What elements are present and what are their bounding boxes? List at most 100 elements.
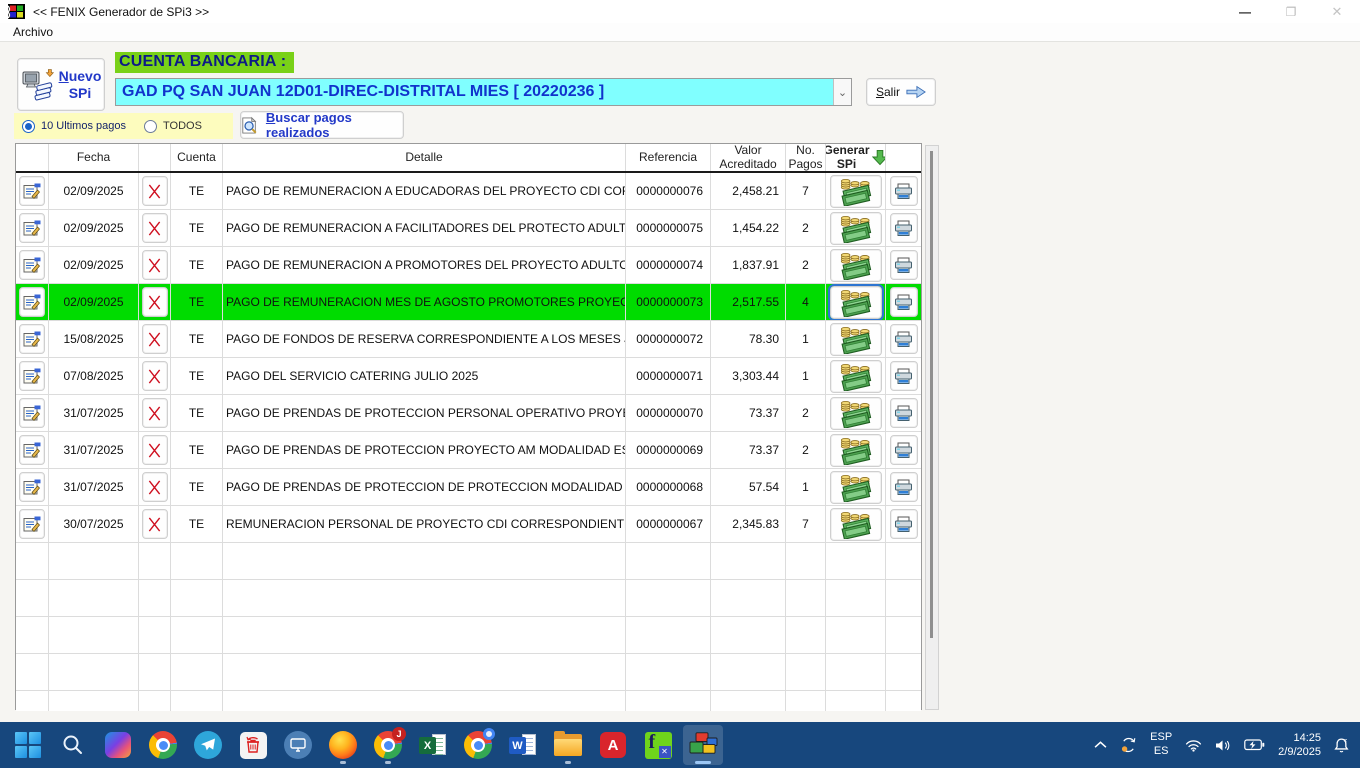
- generar-spi-button[interactable]: [830, 175, 882, 208]
- delete-row-button[interactable]: [142, 287, 168, 317]
- delete-row-button[interactable]: [142, 176, 168, 206]
- generar-spi-button[interactable]: [830, 212, 882, 245]
- taskbar-cleaner-tool[interactable]: [233, 725, 273, 765]
- printer-icon: [894, 331, 913, 348]
- table-row[interactable]: 02/09/2025 TE PAGO DE REMUNERACION A FAC…: [16, 210, 921, 247]
- tray-chevron-up-icon[interactable]: [1094, 741, 1107, 749]
- print-row-button[interactable]: [890, 176, 918, 206]
- print-row-button[interactable]: [890, 361, 918, 391]
- generar-spi-button[interactable]: [830, 249, 882, 282]
- taskbar-word[interactable]: W: [503, 725, 543, 765]
- maximize-button[interactable]: ❐: [1268, 0, 1314, 23]
- minimize-button[interactable]: —: [1222, 0, 1268, 23]
- taskbar-acrobat[interactable]: A: [593, 725, 633, 765]
- chevron-down-icon[interactable]: ⌄: [833, 79, 851, 105]
- language-indicator[interactable]: ESPES: [1150, 731, 1172, 759]
- volume-icon[interactable]: [1215, 739, 1231, 752]
- start-button[interactable]: [8, 725, 48, 765]
- table-row[interactable]: 31/07/2025 TE PAGO DE PRENDAS DE PROTECC…: [16, 469, 921, 506]
- generar-spi-button[interactable]: [830, 397, 882, 430]
- cuenta-bancaria-combobox[interactable]: GAD PQ SAN JUAN 12D01-DIREC-DISTRITAL MI…: [115, 78, 852, 106]
- edit-row-button[interactable]: [19, 250, 45, 280]
- telegram-icon: [194, 731, 222, 759]
- generar-spi-button[interactable]: [830, 360, 882, 393]
- table-row[interactable]: 31/07/2025 TE PAGO DE PRENDAS DE PROTECC…: [16, 432, 921, 469]
- taskbar-excel[interactable]: X: [413, 725, 453, 765]
- print-row-button[interactable]: [890, 213, 918, 243]
- edit-row-button[interactable]: [19, 287, 45, 317]
- taskbar-chrome-profile-2[interactable]: [458, 725, 498, 765]
- taskbar-search-button[interactable]: [53, 725, 93, 765]
- clock[interactable]: 14:25 2/9/2025: [1278, 731, 1321, 760]
- edit-row-button[interactable]: [19, 509, 45, 539]
- wifi-icon[interactable]: [1185, 739, 1202, 752]
- edit-row-button[interactable]: [19, 361, 45, 391]
- delete-row-button[interactable]: [142, 213, 168, 243]
- taskbar-chrome[interactable]: [143, 725, 183, 765]
- notification-bell-icon[interactable]: z: [1334, 737, 1350, 753]
- row-detalle: PAGO DE PRENDAS DE PROTECCION DE PROTECC…: [223, 469, 626, 505]
- close-button[interactable]: ✕: [1314, 0, 1360, 23]
- edit-row-button[interactable]: [19, 398, 45, 428]
- radio-ultimos-pagos[interactable]: [22, 120, 35, 133]
- delete-row-button[interactable]: [142, 435, 168, 465]
- taskbar-spi-generator-active[interactable]: [683, 725, 723, 765]
- header-fecha[interactable]: Fecha: [49, 144, 139, 171]
- battery-icon[interactable]: [1244, 739, 1265, 751]
- header-detalle[interactable]: Detalle: [223, 144, 626, 171]
- taskbar-chrome-profile-j[interactable]: J: [368, 725, 408, 765]
- radio-todos[interactable]: [144, 120, 157, 133]
- header-cuenta[interactable]: Cuenta: [171, 144, 223, 171]
- table-row[interactable]: 02/09/2025 TE PAGO DE REMUNERACION A PRO…: [16, 247, 921, 284]
- salir-button[interactable]: Salir: [866, 78, 936, 106]
- generar-spi-button[interactable]: [830, 434, 882, 467]
- header-generar-spi[interactable]: GenerarSPi: [826, 144, 886, 171]
- row-detalle: PAGO DE PRENDAS DE PROTECCION PROYECTO A…: [223, 432, 626, 468]
- table-row[interactable]: 02/09/2025 TE PAGO DE REMUNERACION MES D…: [16, 284, 921, 321]
- delete-row-button[interactable]: [142, 472, 168, 502]
- edit-row-button[interactable]: [19, 324, 45, 354]
- taskbar-telegram[interactable]: [188, 725, 228, 765]
- print-row-button[interactable]: [890, 250, 918, 280]
- nuevo-spi-button[interactable]: Nuevo SPi: [17, 58, 105, 111]
- recycle-tool-icon: [240, 732, 267, 759]
- tray-sync-icon[interactable]: [1120, 737, 1137, 753]
- scrollbar-thumb[interactable]: [930, 151, 933, 638]
- edit-row-button[interactable]: [19, 213, 45, 243]
- generar-spi-button[interactable]: [830, 471, 882, 504]
- buscar-pagos-button[interactable]: Buscar pagos realizados: [240, 111, 404, 139]
- edit-icon: [23, 331, 42, 348]
- generar-spi-button[interactable]: [830, 286, 882, 319]
- delete-row-button[interactable]: [142, 250, 168, 280]
- print-row-button[interactable]: [890, 287, 918, 317]
- table-row[interactable]: 30/07/2025 TE REMUNERACION PERSONAL DE P…: [16, 506, 921, 543]
- edit-row-button[interactable]: [19, 435, 45, 465]
- print-row-button[interactable]: [890, 472, 918, 502]
- header-no-pagos[interactable]: No.Pagos: [786, 144, 826, 171]
- delete-row-button[interactable]: [142, 324, 168, 354]
- generar-spi-button[interactable]: [830, 323, 882, 356]
- print-row-button[interactable]: [890, 398, 918, 428]
- table-row[interactable]: 02/09/2025 TE PAGO DE REMUNERACION A EDU…: [16, 173, 921, 210]
- print-row-button[interactable]: [890, 435, 918, 465]
- table-row[interactable]: 07/08/2025 TE PAGO DEL SERVICIO CATERING…: [16, 358, 921, 395]
- taskbar-remote-display[interactable]: [278, 725, 318, 765]
- menu-archivo[interactable]: Archivo: [10, 25, 56, 39]
- table-scrollbar[interactable]: [925, 145, 939, 710]
- edit-row-button[interactable]: [19, 176, 45, 206]
- taskbar-fenix[interactable]: f ✕: [638, 725, 678, 765]
- generar-spi-button[interactable]: [830, 508, 882, 541]
- taskbar-firefox[interactable]: [323, 725, 363, 765]
- delete-row-button[interactable]: [142, 361, 168, 391]
- table-row[interactable]: 15/08/2025 TE PAGO DE FONDOS DE RESERVA …: [16, 321, 921, 358]
- print-row-button[interactable]: [890, 509, 918, 539]
- table-row[interactable]: 31/07/2025 TE PAGO DE PRENDAS DE PROTECC…: [16, 395, 921, 432]
- edit-row-button[interactable]: [19, 472, 45, 502]
- delete-row-button[interactable]: [142, 509, 168, 539]
- header-valor-acreditado[interactable]: ValorAcreditado: [711, 144, 786, 171]
- print-row-button[interactable]: [890, 324, 918, 354]
- taskbar-file-explorer[interactable]: [548, 725, 588, 765]
- delete-row-button[interactable]: [142, 398, 168, 428]
- header-referencia[interactable]: Referencia: [626, 144, 711, 171]
- taskbar-copilot[interactable]: [98, 725, 138, 765]
